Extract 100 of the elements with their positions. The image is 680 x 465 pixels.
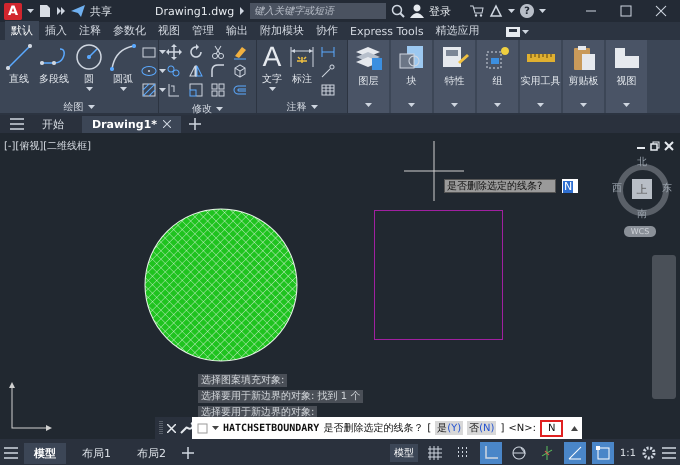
double-chevron-icon[interactable] — [56, 6, 66, 16]
ribbon-button[interactable]: 块 — [391, 40, 432, 113]
triangle-up-icon[interactable] — [571, 426, 578, 430]
ribbon-button[interactable]: 图层 — [348, 40, 389, 113]
scissors-icon[interactable] — [210, 44, 226, 60]
file-tab[interactable]: Drawing1* — [82, 116, 182, 132]
angled-arrow-icon[interactable] — [320, 63, 336, 79]
compass-north[interactable]: 北 — [637, 155, 647, 169]
ribbon-button[interactable]: 视图 — [606, 40, 647, 113]
caret-icon[interactable] — [88, 104, 94, 110]
caret-icon[interactable] — [159, 50, 166, 54]
caret-icon[interactable] — [365, 103, 372, 108]
move-icon[interactable] — [166, 44, 182, 60]
caret-icon[interactable] — [508, 8, 515, 14]
caret-icon[interactable] — [408, 103, 415, 108]
panel-title[interactable]: 修改 — [192, 102, 212, 116]
caret-icon[interactable] — [494, 103, 501, 108]
caret-icon[interactable] — [537, 103, 544, 108]
ribbon-tab[interactable]: 精选应用 — [430, 21, 486, 40]
ribbon-tab[interactable]: 插入 — [39, 21, 73, 40]
grip-icon[interactable] — [159, 421, 163, 435]
caret-icon[interactable] — [216, 106, 223, 112]
annotation-scale[interactable]: 1:1 — [620, 448, 636, 458]
ribbon-button[interactable]: 特性 — [434, 40, 475, 113]
document-icon[interactable] — [39, 4, 51, 18]
search-field[interactable]: 键入关键字或短语 — [250, 3, 386, 19]
ribbon-tab[interactable]: Express Tools — [344, 23, 430, 40]
circular-arrow-icon[interactable] — [188, 44, 204, 60]
close-icon[interactable] — [163, 120, 172, 128]
caret-icon[interactable] — [86, 87, 92, 92]
status-toggle[interactable] — [480, 442, 502, 464]
ribbon-tool[interactable]: 直线 — [3, 42, 35, 98]
ribbon-tool[interactable]: 圆 — [73, 42, 105, 98]
prompt-input[interactable]: N — [562, 179, 578, 193]
layout-tab[interactable]: 布局1 — [72, 442, 121, 464]
layout-tab[interactable]: 布局2 — [127, 442, 176, 464]
ribbon-button[interactable]: 实用工具 — [520, 40, 561, 113]
ribbon-tool[interactable]: A 文字 — [260, 42, 284, 98]
squares-icon[interactable] — [188, 82, 204, 98]
plus-icon[interactable] — [189, 118, 202, 130]
model-space-button[interactable]: 模型 — [390, 444, 418, 462]
bracket-shape-icon[interactable] — [166, 82, 182, 98]
ribbon-tab[interactable]: 管理 — [186, 21, 220, 40]
ribbon-tab[interactable]: 参数化 — [107, 21, 152, 40]
ribbon-tab[interactable]: 输出 — [220, 21, 254, 40]
hatch-icon[interactable] — [141, 82, 157, 98]
ribbon-tab[interactable]: 视图 — [152, 21, 186, 40]
panel-title[interactable]: 绘图 — [64, 100, 84, 114]
command-option[interactable]: 否(N) — [467, 421, 496, 435]
person-icon[interactable] — [410, 4, 424, 18]
status-toggle[interactable] — [564, 442, 586, 464]
plus-icon[interactable] — [182, 447, 194, 459]
caret-icon[interactable] — [623, 103, 630, 108]
layout-tab[interactable]: 模型 — [24, 442, 66, 464]
command-option[interactable]: 是(Y) — [435, 421, 464, 435]
eraser-icon[interactable] — [232, 44, 248, 60]
ribbon-tab[interactable]: 附加模块 — [254, 21, 310, 40]
menu-icon[interactable] — [4, 447, 18, 459]
table-icon[interactable] — [320, 82, 336, 98]
circle-icon[interactable] — [75, 43, 103, 71]
corner-icon[interactable] — [210, 63, 226, 79]
share-button[interactable]: 共享 — [90, 4, 112, 18]
ellipse-icon[interactable] — [141, 63, 157, 79]
caret-icon[interactable] — [159, 88, 166, 92]
app-logo[interactable]: A — [4, 2, 22, 20]
caret-icon[interactable] — [268, 87, 276, 92]
caret-icon[interactable] — [522, 30, 529, 34]
caret-icon[interactable] — [539, 8, 546, 14]
ribbon-tool[interactable]: 标注 — [286, 42, 318, 98]
menu-icon[interactable] — [662, 447, 676, 459]
dimension-line-icon[interactable] — [320, 44, 336, 60]
diagonal-line-icon[interactable] — [5, 43, 33, 71]
grid-icon[interactable] — [210, 82, 226, 98]
command-square-icon[interactable] — [196, 422, 208, 434]
caret-icon[interactable] — [120, 87, 126, 92]
close-icon[interactable] — [664, 141, 674, 151]
ribbon-tab[interactable]: 协作 — [310, 21, 344, 40]
panel-title[interactable]: 注释 — [286, 100, 306, 114]
caret-icon[interactable] — [27, 8, 34, 14]
file-tab[interactable]: 开始 — [32, 114, 74, 134]
chevron-right-icon[interactable] — [239, 7, 246, 15]
ribbon-tool[interactable]: 多段线 — [37, 42, 71, 98]
cart-icon[interactable] — [470, 5, 484, 17]
viewport-label[interactable]: [-][俯视][二维线框] — [4, 139, 92, 153]
restore-icon[interactable] — [650, 141, 660, 151]
viewcube-face[interactable]: 上 — [632, 179, 652, 199]
menu-icon[interactable] — [10, 118, 24, 130]
ribbon-tab[interactable]: 默认 — [5, 21, 39, 40]
monitor-icon[interactable] — [506, 27, 520, 37]
caret-icon[interactable] — [451, 103, 458, 108]
ribbon-tab[interactable]: 注释 — [73, 21, 107, 40]
close-icon[interactable] — [167, 424, 176, 432]
cube-icon[interactable] — [232, 63, 248, 79]
login-button[interactable]: 登录 — [429, 4, 452, 18]
ribbon-button[interactable]: 组 — [477, 40, 518, 113]
arc-icon[interactable] — [109, 43, 137, 71]
stacked-sheets-icon[interactable] — [354, 44, 384, 72]
ribbon-tool[interactable]: 圆弧 — [107, 42, 139, 98]
caret-icon[interactable] — [159, 68, 166, 74]
triangle-icon[interactable] — [188, 63, 204, 79]
